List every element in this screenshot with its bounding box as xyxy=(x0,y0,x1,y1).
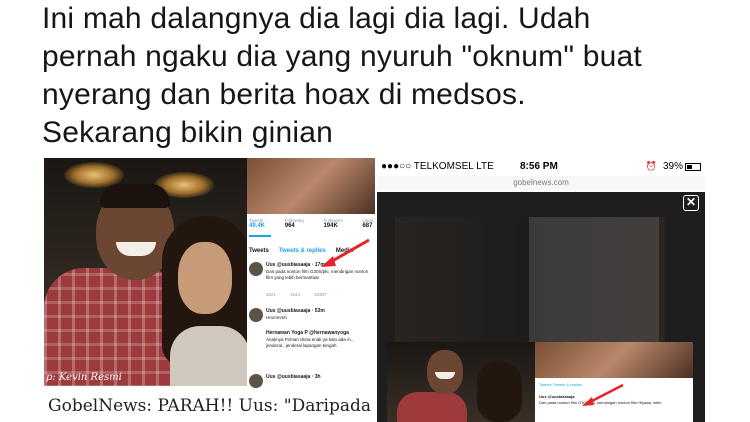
stat-followers: Followers 194K xyxy=(323,218,343,229)
stat-likes: Likes 687 xyxy=(362,218,373,229)
attached-image-news-screenshot[interactable]: p: Kevin Resmi Tweets 49.4K Following 96… xyxy=(44,158,375,422)
tweet-item: Hernawan Yoga P @hernawanyoga Anaknya Fi… xyxy=(249,330,373,360)
tweet-body: Anaknya Firman Utina enak ya kalo ada m.… xyxy=(266,337,355,348)
tweet-author: Uus @uusbiasaaja xyxy=(539,394,575,399)
tweet-text-line: nyerang dan berita hoax di medsos. xyxy=(42,78,526,111)
profile-header-photo xyxy=(247,158,375,214)
red-arrow-icon xyxy=(321,238,370,267)
tweet-body: Hmmmmh xyxy=(266,315,287,320)
tweet-text-line: Ini mah dalangnya dia lagi dia lagi. Uda… xyxy=(42,2,591,35)
avatar xyxy=(249,308,263,322)
tweet-text-line: Sekarang bikin ginian xyxy=(42,116,334,149)
tab-tweets: Tweets xyxy=(249,248,269,254)
tweet-text-line: pernah ngaku dia yang nyuruh "oknum" bua… xyxy=(42,40,642,73)
twitter-profile-screenshot: Tweets 49.4K Following 964 Followers 194… xyxy=(247,158,375,388)
avatar xyxy=(249,262,263,276)
tweet-text: Ini mah dalangnya dia lagi dia lagi. Uda… xyxy=(42,0,742,152)
tweet-body: Dari pada nonton film G30S/pki, mendinga… xyxy=(266,269,369,280)
url-bar[interactable]: gobelnews.com xyxy=(377,176,705,190)
alarm-clock-icon: ⏰ xyxy=(645,161,657,171)
couple-photo: p: Kevin Resmi xyxy=(44,158,247,386)
clock: 8:56 PM xyxy=(520,161,558,172)
profile-stats: Tweets 49.4K Following 964 Followers 194… xyxy=(249,218,373,229)
dimmed-profile-card xyxy=(529,217,659,347)
red-arrow-icon xyxy=(582,383,624,406)
stat-tweets: Tweets 49.4K xyxy=(249,218,266,229)
battery-icon xyxy=(685,163,701,171)
news-headline[interactable]: GobelNews: PARAH!! Uus: "Daripada Nonto xyxy=(44,390,375,422)
photo-credit: p: Kevin Resmi xyxy=(46,372,122,383)
tweet-author: Uus @uusbiasaaja · 3h xyxy=(266,374,321,380)
tweet-item: Uus @uusbiasaaja · 3h xyxy=(249,374,373,388)
tweet-item: Uus @uusbiasaaja · 53m Hmmmmh xyxy=(249,308,373,328)
like-count: 1544 xyxy=(290,292,301,297)
profile-tabs: Tweets Tweets & replies xyxy=(539,382,583,387)
stat-following: Following 964 xyxy=(284,218,304,229)
status-bar: ●●●○○ TELKOMSEL LTE 8:56 PM ⏰ 39% xyxy=(377,158,705,176)
stat-underline xyxy=(249,235,271,237)
tweet-author: Hernawan Yoga P @hernawanyoga xyxy=(266,330,349,336)
couple-photo xyxy=(387,342,535,422)
avatar xyxy=(249,374,263,388)
image-lightbox-overlay: ✕ Tweets Tweets & replies Uus @uusbiasaa… xyxy=(377,192,705,422)
carrier-label: ●●●○○ TELKOMSEL LTE xyxy=(381,161,494,172)
reply-count: 10387 xyxy=(314,292,327,297)
tweet-author: Uus @uusbiasaaja · 53m xyxy=(266,308,325,314)
close-icon[interactable]: ✕ xyxy=(683,195,699,211)
attached-image-phone-screenshot[interactable]: ●●●○○ TELKOMSEL LTE 8:56 PM ⏰ 39% gobeln… xyxy=(377,158,705,422)
tweet-author: Uus @uusbiasaaja · 17m xyxy=(266,262,325,268)
tweet-actions: 2521 1544 10387 xyxy=(266,292,327,297)
battery-percent: 39% xyxy=(662,161,683,172)
twitter-profile-screenshot: Tweets Tweets & replies Uus @uusbiasaaja… xyxy=(535,342,693,422)
retweet-count: 2521 xyxy=(266,292,277,297)
lightbox-image: Tweets Tweets & replies Uus @uusbiasaaja… xyxy=(387,342,693,422)
profile-header-photo xyxy=(535,342,693,378)
